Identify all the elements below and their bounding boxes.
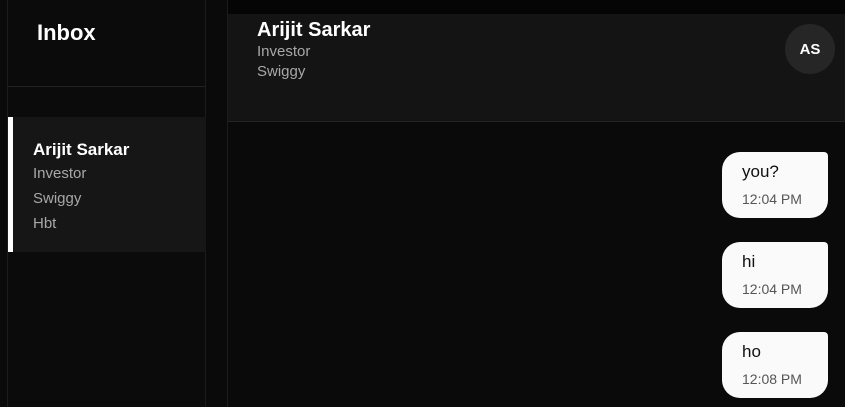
message-text: hi [742, 252, 756, 271]
chat-header: Arijit Sarkar Investor Swiggy AS [228, 14, 845, 122]
conversation-note: Hbt [33, 215, 57, 232]
message-time: 12:08 PM [742, 371, 802, 387]
conversation-company: Swiggy [33, 190, 82, 207]
message-list: you? 12:04 PM hi 12:04 PM ho 12:08 PM [528, 152, 828, 407]
message-time: 12:04 PM [742, 191, 802, 207]
avatar[interactable]: AS [785, 24, 835, 74]
message-bubble: hi 12:04 PM [722, 242, 828, 308]
chat-top-strip [228, 0, 845, 14]
app-window: Inbox Arijit Sarkar Investor Swiggy Hbt … [0, 0, 845, 407]
message-time: 12:04 PM [742, 281, 802, 297]
contact-role: Investor [257, 43, 311, 60]
conversation-list: Arijit Sarkar Investor Swiggy Hbt [8, 117, 206, 252]
conversation-item-arijit-sarkar[interactable]: Arijit Sarkar Investor Swiggy Hbt [8, 117, 206, 252]
message-text: you? [742, 162, 779, 181]
message-bubble: you? 12:04 PM [722, 152, 828, 218]
message-text: ho [742, 342, 761, 361]
conversation-role: Investor [33, 165, 87, 182]
inbox-title: Inbox [37, 20, 96, 45]
message-bubble: ho 12:08 PM [722, 332, 828, 398]
contact-name: Arijit Sarkar [257, 19, 371, 41]
conversation-name: Arijit Sarkar [33, 140, 130, 159]
sidebar: Inbox Arijit Sarkar Investor Swiggy Hbt [7, 0, 206, 407]
contact-company: Swiggy [257, 63, 306, 80]
chat-panel: Arijit Sarkar Investor Swiggy AS you? 12… [227, 0, 845, 407]
sidebar-header: Inbox [8, 0, 205, 87]
